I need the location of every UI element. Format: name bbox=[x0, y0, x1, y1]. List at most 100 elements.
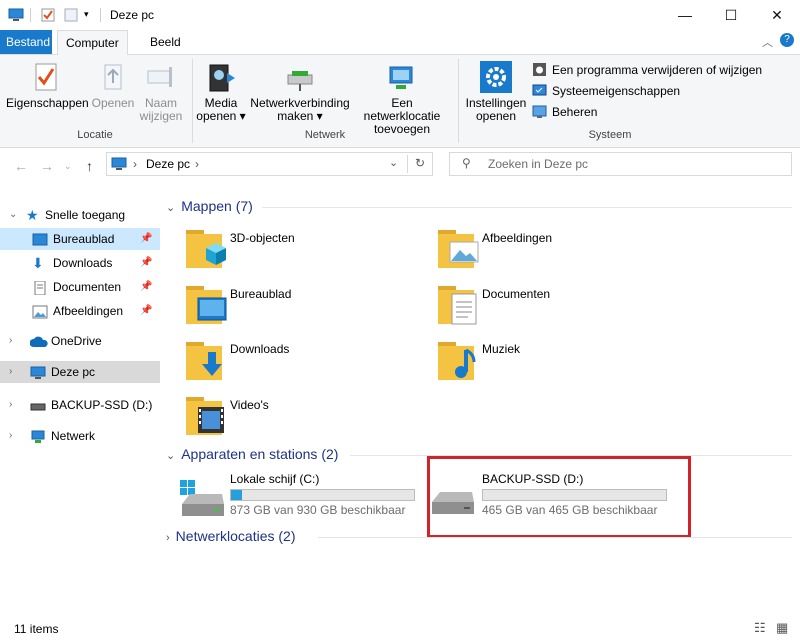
folder-desktop-icon[interactable] bbox=[184, 282, 228, 326]
nav-quick-access[interactable]: ⌄ ★ Snelle toegang bbox=[0, 204, 160, 226]
address-bar[interactable]: › Deze pc › ⌄ ↻ bbox=[106, 152, 433, 176]
open-icon bbox=[97, 61, 129, 93]
expand-icon[interactable]: › bbox=[9, 425, 12, 447]
pin-icon[interactable]: 📌 bbox=[140, 228, 152, 250]
close-button[interactable]: ✕ bbox=[754, 0, 800, 30]
computer-icon bbox=[30, 365, 46, 379]
devices-group-header[interactable]: ⌄ Apparaten en stations (2) bbox=[166, 446, 338, 462]
tab-view[interactable]: Beeld bbox=[142, 30, 189, 54]
ribbon-tabs: Bestand Computer Beeld ︿ ? bbox=[0, 30, 800, 56]
tab-computer[interactable]: Computer bbox=[57, 30, 128, 56]
computer-icon bbox=[8, 8, 24, 22]
refresh-icon[interactable]: ↻ bbox=[415, 156, 425, 170]
forward-button[interactable]: → bbox=[40, 158, 54, 174]
drive-c-usage-bar bbox=[230, 489, 415, 501]
tab-file[interactable]: Bestand bbox=[0, 30, 52, 54]
nav-backup-drive[interactable]: › BACKUP-SSD (D:) bbox=[0, 394, 160, 416]
pin-icon[interactable]: 📌 bbox=[140, 276, 152, 298]
large-icons-view-icon[interactable]: ▦ bbox=[776, 620, 788, 636]
desktop-icon bbox=[32, 232, 48, 246]
nav-pictures[interactable]: Afbeeldingen 📌 bbox=[0, 300, 160, 322]
nav-documents[interactable]: Documenten 📌 bbox=[0, 276, 160, 298]
maximize-button[interactable]: ☐ bbox=[708, 0, 754, 30]
manage-button[interactable]: Beheren bbox=[532, 103, 597, 121]
uninstall-icon bbox=[532, 62, 547, 77]
network-group-label: Netwerk bbox=[304, 129, 346, 141]
add-location-label-1: Een netwerklocatie bbox=[363, 96, 441, 123]
properties-button[interactable]: Eigenschappen bbox=[6, 61, 89, 110]
expand-icon[interactable]: ⌄ bbox=[9, 204, 17, 226]
download-arrow-icon: ⬇ bbox=[32, 255, 44, 271]
item-count: 11 items bbox=[14, 622, 59, 636]
pin-icon[interactable]: 📌 bbox=[140, 300, 152, 322]
properties-icon[interactable] bbox=[40, 8, 56, 22]
up-button[interactable]: ↑ bbox=[86, 158, 93, 174]
new-folder-icon[interactable] bbox=[63, 8, 79, 22]
folders-group-header[interactable]: ⌄ Mappen (7) bbox=[166, 198, 253, 214]
nav-desktop[interactable]: Bureaublad 📌 bbox=[0, 228, 160, 250]
folder-videos[interactable]: Video's bbox=[230, 398, 269, 412]
uninstall-label: Een programma verwijderen of wijzigen bbox=[552, 63, 763, 77]
folder-documents[interactable]: Documenten bbox=[482, 287, 550, 301]
window-title: Deze pc bbox=[110, 8, 155, 22]
status-bar: 11 items ☷ ▦ bbox=[0, 620, 800, 640]
search-box[interactable]: ⚲ Zoeken in Deze pc bbox=[449, 152, 792, 176]
rename-label-2: wijzigen bbox=[139, 109, 183, 123]
folder-desktop[interactable]: Bureaublad bbox=[230, 287, 291, 301]
back-button[interactable]: ← bbox=[14, 158, 28, 174]
windows-drive-icon[interactable] bbox=[178, 480, 224, 523]
pin-icon[interactable]: 📌 bbox=[140, 252, 152, 274]
folder-3d-objects[interactable]: 3D-objecten bbox=[230, 231, 295, 245]
folder-pictures-icon[interactable] bbox=[436, 226, 480, 270]
details-view-icon[interactable]: ☷ bbox=[754, 620, 766, 636]
folder-music-icon[interactable] bbox=[436, 338, 480, 382]
title-bar: ▾ Deze pc — ☐ ✕ bbox=[0, 0, 800, 30]
media-icon bbox=[205, 61, 237, 93]
expand-icon[interactable]: › bbox=[9, 361, 12, 383]
breadcrumb-separator-icon[interactable]: › bbox=[133, 157, 137, 171]
pictures-icon bbox=[32, 304, 48, 319]
address-dropdown-icon[interactable]: ⌄ bbox=[389, 156, 398, 169]
manage-label: Beheren bbox=[552, 105, 598, 119]
open-button[interactable]: Openen bbox=[90, 61, 136, 110]
expand-icon[interactable]: › bbox=[9, 330, 12, 352]
ribbon-collapse-icon[interactable]: ︿ bbox=[762, 34, 773, 50]
drive-c-name[interactable]: Lokale schijf (C:) bbox=[230, 472, 319, 486]
qat-dropdown-icon[interactable]: ▾ bbox=[84, 9, 100, 23]
open-settings-button[interactable]: Instellingen openen bbox=[462, 61, 530, 123]
minimize-button[interactable]: — bbox=[662, 0, 708, 30]
nav-onedrive[interactable]: › OneDrive bbox=[0, 330, 160, 352]
search-icon: ⚲ bbox=[462, 156, 471, 170]
system-group-label: Systeem bbox=[588, 129, 632, 141]
star-icon: ★ bbox=[26, 207, 39, 223]
location-group-label: Locatie bbox=[77, 129, 113, 141]
system-properties-button[interactable]: Systeemeigenschappen bbox=[532, 82, 680, 100]
breadcrumb-this-pc[interactable]: Deze pc bbox=[146, 157, 190, 171]
folder-downloads[interactable]: Downloads bbox=[230, 342, 289, 356]
map-drive-button[interactable]: Netwerkverbinding maken ▾ bbox=[248, 61, 352, 123]
folder-pictures[interactable]: Afbeeldingen bbox=[482, 231, 552, 245]
network-drive-icon bbox=[284, 61, 316, 93]
folder-videos-icon[interactable] bbox=[184, 393, 228, 437]
folder-documents-icon[interactable] bbox=[436, 282, 480, 326]
gear-icon bbox=[480, 61, 512, 93]
map-drive-label-2: maken ▾ bbox=[277, 109, 323, 123]
help-icon[interactable]: ? bbox=[780, 33, 794, 47]
network-locations-group-header[interactable]: › Netwerklocaties (2) bbox=[166, 528, 296, 544]
expand-icon[interactable]: › bbox=[9, 394, 12, 416]
rename-button[interactable]: Naam wijzigen bbox=[138, 61, 184, 123]
folder-3d-objects-icon[interactable] bbox=[184, 226, 228, 270]
folder-music[interactable]: Muziek bbox=[482, 342, 520, 356]
properties-label: Eigenschappen bbox=[6, 96, 89, 110]
nav-downloads[interactable]: ⬇ Downloads 📌 bbox=[0, 252, 160, 274]
media-label-2: openen ▾ bbox=[196, 109, 246, 123]
breadcrumb-separator-icon[interactable]: › bbox=[195, 157, 199, 171]
media-button[interactable]: Media openen ▾ bbox=[196, 61, 246, 123]
uninstall-program-button[interactable]: Een programma verwijderen of wijzigen bbox=[532, 61, 762, 79]
nav-network[interactable]: › Netwerk bbox=[0, 425, 160, 447]
open-label: Openen bbox=[91, 96, 135, 110]
add-network-location-button[interactable]: Een netwerklocatie toevoegen bbox=[352, 61, 452, 136]
nav-this-pc[interactable]: › Deze pc bbox=[0, 361, 160, 383]
recent-locations-icon[interactable]: ⌄ bbox=[64, 161, 72, 172]
folder-downloads-icon[interactable] bbox=[184, 338, 228, 382]
